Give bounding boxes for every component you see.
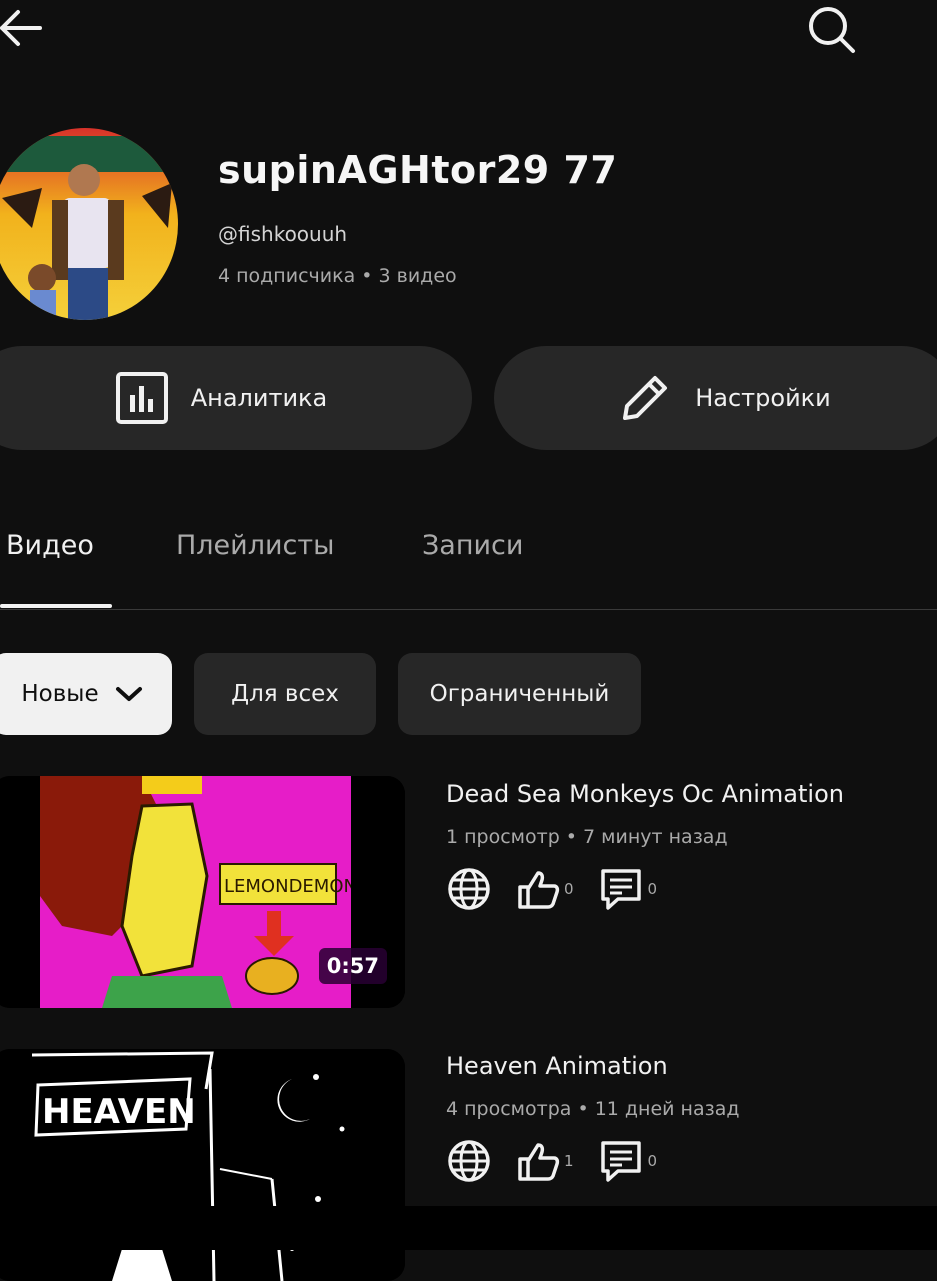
- sort-dropdown[interactable]: Новые: [0, 653, 172, 735]
- channel-stats: 4 подписчика • 3 видео: [218, 265, 457, 287]
- visibility-public[interactable]: [446, 1138, 492, 1184]
- channel-avatar[interactable]: [0, 128, 178, 320]
- search-icon: [809, 7, 855, 53]
- video-meta: 4 просмотра • 11 дней назад: [446, 1098, 740, 1120]
- chip-public[interactable]: Для всех: [194, 653, 376, 735]
- thumbs-up-icon: [518, 1143, 560, 1181]
- chip-restricted[interactable]: Ограниченный: [398, 653, 641, 735]
- sort-label: Новые: [21, 681, 99, 707]
- analytics-label: Аналитика: [190, 384, 328, 412]
- like-count: 0: [564, 880, 574, 898]
- search-button[interactable]: [800, 0, 862, 58]
- analytics-button[interactable]: Аналитика: [0, 346, 472, 450]
- back-button[interactable]: [0, 4, 48, 52]
- channel-handle: @fishkoouuh: [218, 222, 348, 246]
- svg-text:LEMONDEMON: LEMONDEMON: [224, 876, 357, 897]
- comment-count: 0: [647, 1152, 658, 1170]
- like-count: 1: [564, 1152, 574, 1170]
- comments-button[interactable]: 0: [598, 1138, 658, 1184]
- comment-icon: [600, 869, 641, 910]
- active-tab-indicator: [0, 604, 112, 608]
- video-actions: 1 0: [446, 1138, 657, 1184]
- video-duration: 0:57: [318, 948, 387, 984]
- settings-label: Настройки: [695, 384, 831, 412]
- globe-icon: [448, 1140, 490, 1182]
- avatar-image: [0, 128, 178, 320]
- video-title[interactable]: Dead Sea Monkeys Oc Animation: [446, 780, 844, 808]
- visibility-public[interactable]: [446, 866, 492, 912]
- comment-count: 0: [647, 880, 658, 898]
- channel-name: supinAGHtor29 77: [218, 148, 618, 192]
- settings-button[interactable]: Настройки: [494, 346, 937, 450]
- tabs-divider: [0, 609, 937, 610]
- like-button[interactable]: 1: [516, 1139, 574, 1183]
- video-title[interactable]: Heaven Animation: [446, 1052, 668, 1080]
- svg-text:HEAVEN: HEAVEN: [42, 1092, 196, 1132]
- video-meta: 1 просмотр • 7 минут назад: [446, 826, 728, 848]
- pencil-icon: [623, 376, 668, 420]
- globe-icon: [448, 868, 490, 910]
- tab-posts[interactable]: Записи: [422, 530, 523, 561]
- arrow-left-icon: [0, 10, 42, 46]
- thumbs-up-icon: [518, 871, 560, 909]
- chevron-down-icon: [115, 687, 142, 701]
- video-actions: 0 0: [446, 866, 657, 912]
- comments-button[interactable]: 0: [598, 866, 658, 912]
- bar-chart-icon: [115, 372, 168, 424]
- tab-playlists[interactable]: Плейлисты: [176, 530, 334, 561]
- video-thumbnail[interactable]: LEMONDEMON 0:57: [0, 776, 405, 1008]
- like-button[interactable]: 0: [516, 867, 574, 911]
- tab-video[interactable]: Видео: [6, 530, 94, 561]
- comment-icon: [600, 1141, 641, 1182]
- bottom-bar: [0, 1206, 937, 1250]
